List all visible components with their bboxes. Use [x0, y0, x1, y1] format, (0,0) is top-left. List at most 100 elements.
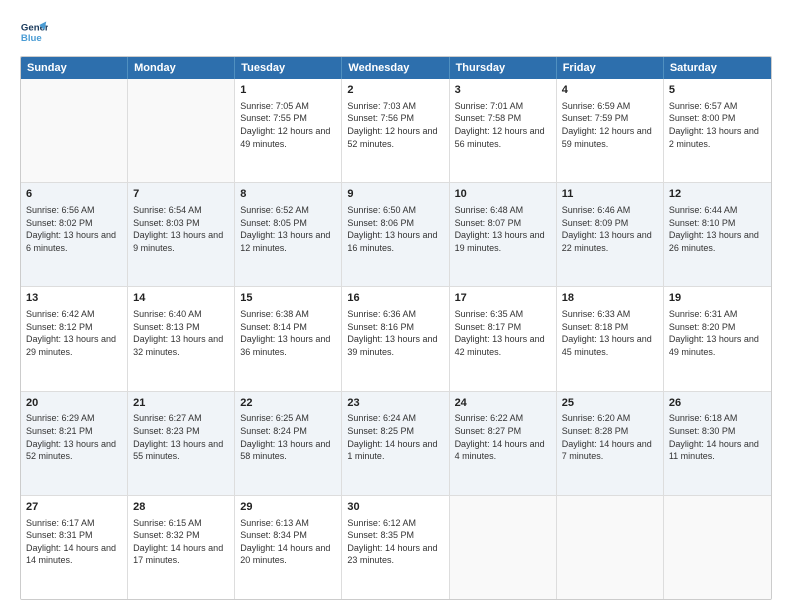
calendar-cell: 6 Sunrise: 6:56 AM Sunset: 8:02 PM Daylig… [21, 183, 128, 286]
calendar-cell: 22Sunrise: 6:25 AM Sunset: 8:24 PM Dayli… [235, 392, 342, 495]
day-number: 27 [26, 500, 122, 515]
calendar-cell: 23Sunrise: 6:24 AM Sunset: 8:25 PM Dayli… [342, 392, 449, 495]
calendar-cell: 24Sunrise: 6:22 AM Sunset: 8:27 PM Dayli… [450, 392, 557, 495]
day-info: Sunrise: 7:03 AM Sunset: 7:56 PM Dayligh… [347, 100, 443, 150]
day-number: 4 [562, 83, 658, 98]
calendar-cell: 17 Sunrise: 6:35 AM Sunset: 8:17 PM Dayli… [450, 287, 557, 390]
day-info: Sunrise: 6:42 AM Sunset: 8:12 PM Dayligh… [26, 308, 122, 358]
day-info: Sunrise: 6:33 AM Sunset: 8:18 PM Dayligh… [562, 308, 658, 358]
calendar-cell [450, 496, 557, 599]
day-info: Sunrise: 6:50 AM Sunset: 8:06 PM Dayligh… [347, 204, 443, 254]
day-info: Sunrise: 6:35 AM Sunset: 8:17 PM Dayligh… [455, 308, 551, 358]
day-info: Sunrise: 6:20 AM Sunset: 8:28 PM Dayligh… [562, 412, 658, 462]
logo: General Blue [20, 18, 48, 46]
calendar-cell: 13 Sunrise: 6:42 AM Sunset: 8:12 PM Dayli… [21, 287, 128, 390]
calendar-cell: 11 Sunrise: 6:46 AM Sunset: 8:09 PM Dayli… [557, 183, 664, 286]
calendar-cell: 21Sunrise: 6:27 AM Sunset: 8:23 PM Dayli… [128, 392, 235, 495]
header-day-monday: Monday [128, 57, 235, 79]
day-info: Sunrise: 6:18 AM Sunset: 8:30 PM Dayligh… [669, 412, 766, 462]
calendar-cell: 14 Sunrise: 6:40 AM Sunset: 8:13 PM Dayli… [128, 287, 235, 390]
day-number: 9 [347, 187, 443, 202]
calendar-cell: 9 Sunrise: 6:50 AM Sunset: 8:06 PM Daylig… [342, 183, 449, 286]
day-number: 16 [347, 291, 443, 306]
calendar: SundayMondayTuesdayWednesdayThursdayFrid… [20, 56, 772, 600]
calendar-cell: 12 Sunrise: 6:44 AM Sunset: 8:10 PM Dayli… [664, 183, 771, 286]
calendar-cell [128, 79, 235, 182]
header-day-thursday: Thursday [450, 57, 557, 79]
day-number: 18 [562, 291, 658, 306]
day-number: 3 [455, 83, 551, 98]
day-number: 28 [133, 500, 229, 515]
day-number: 29 [240, 500, 336, 515]
day-number: 15 [240, 291, 336, 306]
day-number: 19 [669, 291, 766, 306]
day-info: Sunrise: 6:15 AM Sunset: 8:32 PM Dayligh… [133, 517, 229, 567]
calendar-body: 1 Sunrise: 7:05 AM Sunset: 7:55 PM Daylig… [21, 79, 771, 599]
day-info: Sunrise: 6:44 AM Sunset: 8:10 PM Dayligh… [669, 204, 766, 254]
header-day-wednesday: Wednesday [342, 57, 449, 79]
calendar-cell: 8 Sunrise: 6:52 AM Sunset: 8:05 PM Daylig… [235, 183, 342, 286]
day-number: 7 [133, 187, 229, 202]
day-info: Sunrise: 7:05 AM Sunset: 7:55 PM Dayligh… [240, 100, 336, 150]
day-info: Sunrise: 6:29 AM Sunset: 8:21 PM Dayligh… [26, 412, 122, 462]
day-info: Sunrise: 6:59 AM Sunset: 7:59 PM Dayligh… [562, 100, 658, 150]
day-info: Sunrise: 6:17 AM Sunset: 8:31 PM Dayligh… [26, 517, 122, 567]
day-number: 1 [240, 83, 336, 98]
calendar-cell [21, 79, 128, 182]
calendar-cell: 10 Sunrise: 6:48 AM Sunset: 8:07 PM Dayli… [450, 183, 557, 286]
day-number: 12 [669, 187, 766, 202]
day-info: Sunrise: 6:57 AM Sunset: 8:00 PM Dayligh… [669, 100, 766, 150]
calendar-cell: 29 Sunrise: 6:13 AM Sunset: 8:34 PM Dayli… [235, 496, 342, 599]
day-number: 13 [26, 291, 122, 306]
day-number: 17 [455, 291, 551, 306]
day-number: 6 [26, 187, 122, 202]
day-info: Sunrise: 6:56 AM Sunset: 8:02 PM Dayligh… [26, 204, 122, 254]
day-info: Sunrise: 6:12 AM Sunset: 8:35 PM Dayligh… [347, 517, 443, 567]
day-info: Sunrise: 6:52 AM Sunset: 8:05 PM Dayligh… [240, 204, 336, 254]
day-number: 30 [347, 500, 443, 515]
header-day-tuesday: Tuesday [235, 57, 342, 79]
calendar-cell: 5 Sunrise: 6:57 AM Sunset: 8:00 PM Daylig… [664, 79, 771, 182]
day-number: 25 [562, 396, 658, 411]
calendar-cell: 4 Sunrise: 6:59 AM Sunset: 7:59 PM Daylig… [557, 79, 664, 182]
day-info: Sunrise: 6:31 AM Sunset: 8:20 PM Dayligh… [669, 308, 766, 358]
day-info: Sunrise: 6:46 AM Sunset: 8:09 PM Dayligh… [562, 204, 658, 254]
day-info: Sunrise: 6:40 AM Sunset: 8:13 PM Dayligh… [133, 308, 229, 358]
day-number: 2 [347, 83, 443, 98]
header-day-sunday: Sunday [21, 57, 128, 79]
calendar-row: 13 Sunrise: 6:42 AM Sunset: 8:12 PM Dayli… [21, 286, 771, 390]
day-number: 22 [240, 396, 336, 411]
day-number: 14 [133, 291, 229, 306]
day-info: Sunrise: 6:54 AM Sunset: 8:03 PM Dayligh… [133, 204, 229, 254]
calendar-cell: 1 Sunrise: 7:05 AM Sunset: 7:55 PM Daylig… [235, 79, 342, 182]
header-day-saturday: Saturday [664, 57, 771, 79]
day-number: 8 [240, 187, 336, 202]
calendar-cell: 25Sunrise: 6:20 AM Sunset: 8:28 PM Dayli… [557, 392, 664, 495]
day-info: Sunrise: 6:27 AM Sunset: 8:23 PM Dayligh… [133, 412, 229, 462]
calendar-cell: 16 Sunrise: 6:36 AM Sunset: 8:16 PM Dayli… [342, 287, 449, 390]
calendar-cell: 18 Sunrise: 6:33 AM Sunset: 8:18 PM Dayli… [557, 287, 664, 390]
calendar-row: 6 Sunrise: 6:56 AM Sunset: 8:02 PM Daylig… [21, 182, 771, 286]
calendar-cell: 19 Sunrise: 6:31 AM Sunset: 8:20 PM Dayli… [664, 287, 771, 390]
header-day-friday: Friday [557, 57, 664, 79]
calendar-cell [664, 496, 771, 599]
calendar-row: 1 Sunrise: 7:05 AM Sunset: 7:55 PM Daylig… [21, 79, 771, 182]
day-number: 5 [669, 83, 766, 98]
day-number: 10 [455, 187, 551, 202]
day-number: 11 [562, 187, 658, 202]
day-info: Sunrise: 6:48 AM Sunset: 8:07 PM Dayligh… [455, 204, 551, 254]
calendar-cell: 7 Sunrise: 6:54 AM Sunset: 8:03 PM Daylig… [128, 183, 235, 286]
day-info: Sunrise: 7:01 AM Sunset: 7:58 PM Dayligh… [455, 100, 551, 150]
calendar-header: SundayMondayTuesdayWednesdayThursdayFrid… [21, 57, 771, 79]
day-info: Sunrise: 6:36 AM Sunset: 8:16 PM Dayligh… [347, 308, 443, 358]
day-number: 21 [133, 396, 229, 411]
calendar-row: 27 Sunrise: 6:17 AM Sunset: 8:31 PM Dayli… [21, 495, 771, 599]
calendar-cell: 3 Sunrise: 7:01 AM Sunset: 7:58 PM Daylig… [450, 79, 557, 182]
day-info: Sunrise: 6:13 AM Sunset: 8:34 PM Dayligh… [240, 517, 336, 567]
calendar-cell: 26Sunrise: 6:18 AM Sunset: 8:30 PM Dayli… [664, 392, 771, 495]
day-info: Sunrise: 6:24 AM Sunset: 8:25 PM Dayligh… [347, 412, 443, 462]
calendar-row: 20Sunrise: 6:29 AM Sunset: 8:21 PM Dayli… [21, 391, 771, 495]
day-number: 26 [669, 396, 766, 411]
day-number: 24 [455, 396, 551, 411]
day-info: Sunrise: 6:25 AM Sunset: 8:24 PM Dayligh… [240, 412, 336, 462]
